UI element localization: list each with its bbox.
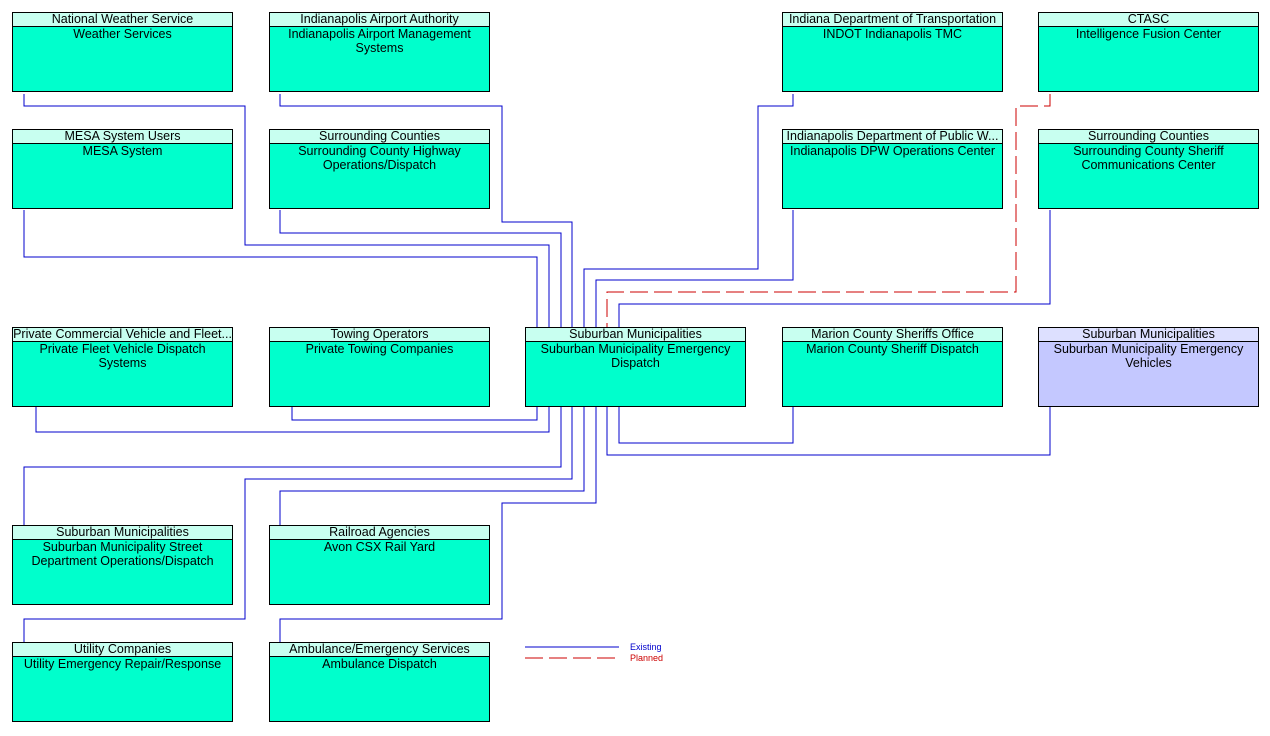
element-name: Surrounding County Highway Operations/Di… (298, 144, 461, 172)
element-marion[interactable]: Marion County Sheriffs Office Marion Coun… (782, 327, 1003, 407)
flow-line-towing (291, 407, 538, 421)
element-scsheriff[interactable]: Surrounding Counties Surrounding County S… (1038, 129, 1259, 209)
flow-line-marion (618, 407, 794, 444)
element-center[interactable]: Suburban Municipalities Suburban Municipa… (525, 327, 746, 407)
element-name: Utility Emergency Repair/Response (23, 657, 222, 671)
element-ctasc[interactable]: CTASC Intelligence Fusion Center (1038, 12, 1259, 92)
element-dpw[interactable]: Indianapolis Department of Public W... In… (782, 129, 1003, 209)
element-owner: Suburban Municipalities (1039, 328, 1258, 342)
element-schwy[interactable]: Surrounding Counties Surrounding County H… (269, 129, 490, 209)
element-owner: National Weather Service (13, 13, 232, 27)
element-name: Intelligence Fusion Center (1075, 27, 1222, 41)
element-name: INDOT Indianapolis TMC (822, 27, 963, 41)
element-owner: Indianapolis Airport Authority (270, 13, 489, 27)
element-airport[interactable]: Indianapolis Airport Authority Indianapol… (269, 12, 490, 92)
element-owner: Private Commercial Vehicle and Fleet... (13, 328, 232, 342)
element-utility[interactable]: Utility Companies Utility Emergency Repai… (12, 642, 233, 722)
element-fleet[interactable]: Private Commercial Vehicle and Fleet... P… (12, 327, 233, 407)
flow-line-rail (279, 407, 585, 525)
element-towing[interactable]: Towing Operators Private Towing Companies (269, 327, 490, 407)
flow-line-schwy (279, 210, 562, 327)
element-street[interactable]: Suburban Municipalities Suburban Municipa… (12, 525, 233, 605)
flow-line-street (23, 407, 562, 525)
element-name: Weather Services (73, 27, 172, 41)
element-name: Marion County Sheriff Dispatch (806, 342, 979, 356)
element-name: Indianapolis Airport Management Systems (288, 27, 471, 55)
flow-line-vehicles (606, 407, 1051, 456)
element-name: Indianapolis DPW Operations Center (790, 144, 995, 158)
element-nws[interactable]: National Weather Service Weather Services (12, 12, 233, 92)
element-owner: Suburban Municipalities (13, 526, 232, 540)
element-name: Suburban Municipality Emergency Dispatch (540, 342, 731, 370)
element-mesa[interactable]: MESA System Users MESA System (12, 129, 233, 209)
element-ambulance[interactable]: Ambulance/Emergency Services Ambulance Di… (269, 642, 490, 722)
element-owner: Towing Operators (270, 328, 489, 342)
element-owner: Surrounding Counties (1039, 130, 1258, 144)
element-owner: Ambulance/Emergency Services (270, 643, 489, 657)
element-indot[interactable]: Indiana Department of Transportation INDO… (782, 12, 1003, 92)
element-owner: Suburban Municipalities (526, 328, 745, 342)
element-name: Private Fleet Vehicle Dispatch Systems (39, 342, 206, 370)
element-owner: Indianapolis Department of Public W... (783, 130, 1002, 144)
element-owner: Surrounding Counties (270, 130, 489, 144)
element-rail[interactable]: Railroad Agencies Avon CSX Rail Yard (269, 525, 490, 605)
element-owner: Indiana Department of Transportation (783, 13, 1002, 27)
element-name: MESA System (82, 144, 163, 158)
element-name: Suburban Municipality Emergency Vehicles (1053, 342, 1244, 370)
element-owner: Marion County Sheriffs Office (783, 328, 1002, 342)
element-name: Ambulance Dispatch (322, 657, 437, 671)
element-owner: Railroad Agencies (270, 526, 489, 540)
element-name: Private Towing Companies (305, 342, 454, 356)
element-vehicles[interactable]: Suburban Municipalities Suburban Municipa… (1038, 327, 1259, 407)
element-owner: MESA System Users (13, 130, 232, 144)
element-name: Avon CSX Rail Yard (323, 540, 436, 554)
element-owner: Utility Companies (13, 643, 232, 657)
legend-planned-label: Planned (630, 653, 664, 663)
element-owner: CTASC (1039, 13, 1258, 27)
element-name: Suburban Municipality Street Department … (31, 540, 214, 568)
legend-existing-label: Existing (630, 642, 662, 652)
element-name: Surrounding County Sheriff Communication… (1073, 144, 1224, 172)
